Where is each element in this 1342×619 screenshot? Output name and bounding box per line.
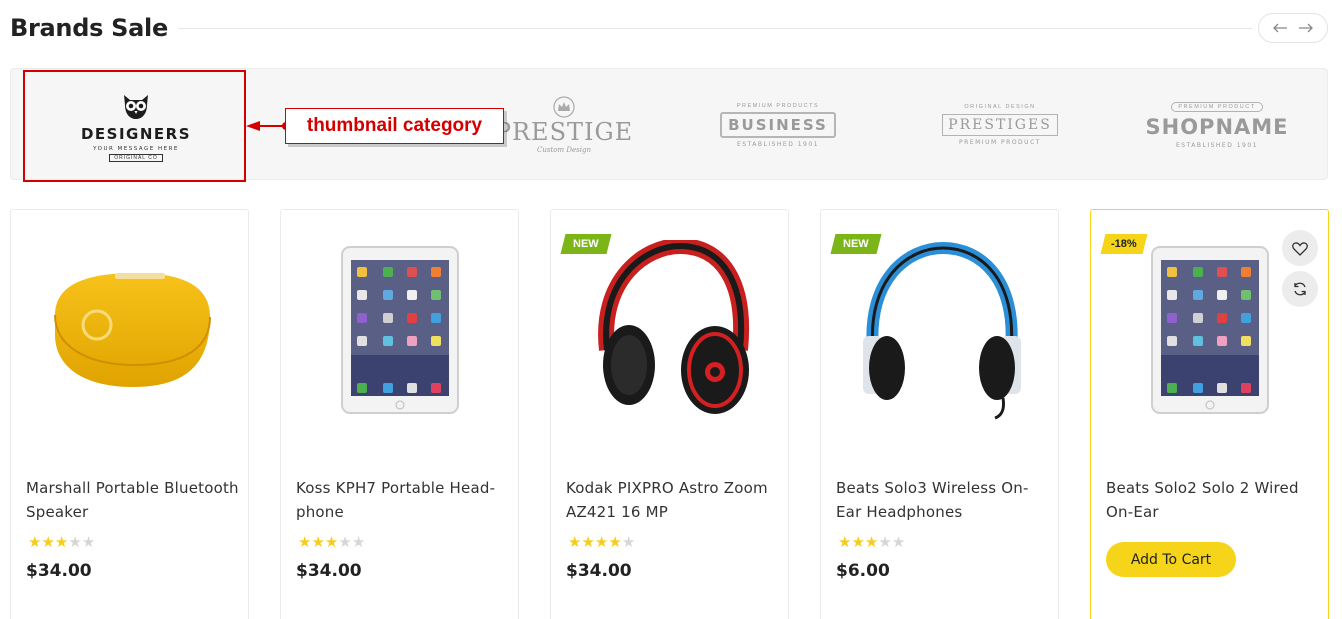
crown-icon xyxy=(553,96,575,118)
product-price: $34.00 xyxy=(566,561,632,581)
product-title[interactable]: Marshall Portable Bluetooth Speaker xyxy=(26,476,241,524)
star-icon: ★ xyxy=(864,534,879,551)
star-rating: ★ ★ ★ ★ ★ xyxy=(28,535,95,551)
star-rating: ★ ★ ★ ★ ★ xyxy=(298,535,365,551)
star-icon: ★ xyxy=(594,534,609,551)
product-image[interactable] xyxy=(571,232,769,428)
tablet-image xyxy=(1151,246,1269,414)
brand-name: SHOPNAME xyxy=(1145,114,1289,139)
speaker-image xyxy=(54,273,211,387)
section-header: Brands Sale xyxy=(10,12,1328,46)
product-card[interactable]: -18% Beats Solo2 Solo 2 Wired On-Ear Add… xyxy=(1090,209,1329,619)
annotation-label: thumbnail category xyxy=(306,115,483,136)
brand-logo-prestige[interactable]: PRESTIGE Custom Design xyxy=(495,83,632,167)
blue-headphones-image xyxy=(863,241,1021,420)
star-icon: ★ xyxy=(581,534,595,551)
header-divider xyxy=(178,28,1252,29)
star-icon: ★ xyxy=(838,534,852,551)
brand-badge: ORIGINAL CO xyxy=(109,153,163,162)
brand-name: DESIGNERS xyxy=(80,124,192,143)
star-icon: ★ xyxy=(324,534,339,551)
product-card[interactable]: Koss KPH7 Portable Head-phone ★ ★ ★ ★ ★ $34.… xyxy=(280,209,519,619)
product-title[interactable]: Koss KPH7 Portable Head-phone xyxy=(296,476,511,524)
star-rating: ★ ★ ★ ★ ★ xyxy=(568,535,635,551)
product-card[interactable]: Marshall Portable Bluetooth Speaker ★ ★ ★ ★… xyxy=(10,209,249,619)
brand-name: PRESTIGES xyxy=(942,114,1058,136)
star-icon: ★ xyxy=(28,534,42,551)
brand-carousel: DESIGNERS YOUR MESSAGE HERE ORIGINAL CO … xyxy=(10,68,1328,180)
star-icon: ★ xyxy=(351,534,366,551)
product-title[interactable]: Beats Solo3 Wireless On-Ear Headphones xyxy=(836,476,1051,524)
star-icon: ★ xyxy=(54,534,69,551)
brand-logo-prestiges[interactable]: ORIGINAL DESIGN PRESTIGES PREMIUM PRODUC… xyxy=(941,83,1059,167)
product-price: $6.00 xyxy=(836,561,890,581)
star-icon: ★ xyxy=(878,534,892,551)
product-image[interactable] xyxy=(841,232,1039,428)
brand-name: PRESTIGE xyxy=(494,118,634,146)
brand-tagline: YOUR MESSAGE HERE xyxy=(93,145,179,152)
owl-icon xyxy=(124,94,148,119)
product-title[interactable]: Beats Solo2 Solo 2 Wired On-Ear xyxy=(1106,476,1321,524)
brand-logo-shopname[interactable]: PREMIUM PRODUCT SHOPNAME ESTABLISHED 190… xyxy=(1146,83,1288,167)
product-image[interactable] xyxy=(1111,232,1309,428)
brand-logo-business[interactable]: PREMIUM PRODUCTS BUSINESS ESTABLISHED 19… xyxy=(711,83,845,167)
product-price: $34.00 xyxy=(26,561,92,581)
red-headphones-image xyxy=(598,240,750,414)
star-icon: ★ xyxy=(338,534,352,551)
star-icon: ★ xyxy=(851,534,865,551)
section-title: Brands Sale xyxy=(10,14,168,42)
add-to-cart-button[interactable]: Add To Cart xyxy=(1106,542,1236,577)
star-icon: ★ xyxy=(68,534,82,551)
brand-logo-designers[interactable]: DESIGNERS YOUR MESSAGE HERE ORIGINAL CO xyxy=(25,71,247,181)
brand-name: BUSINESS xyxy=(720,111,836,138)
star-icon: ★ xyxy=(568,534,582,551)
star-icon: ★ xyxy=(311,534,325,551)
star-icon: ★ xyxy=(608,534,622,551)
brand-tagline: PREMIUM PRODUCT xyxy=(959,139,1041,146)
arrow-right-icon[interactable] xyxy=(1298,22,1314,34)
star-icon: ★ xyxy=(891,534,906,551)
brand-tagline: Custom Design xyxy=(537,146,591,154)
brand-tagline: ESTABLISHED 1901 xyxy=(736,140,820,148)
star-icon: ★ xyxy=(298,534,312,551)
star-icon: ★ xyxy=(41,534,55,551)
brand-tagline: ESTABLISHED 1901 xyxy=(1175,141,1259,149)
star-icon: ★ xyxy=(621,534,636,551)
arrow-left-icon[interactable] xyxy=(1272,22,1288,34)
star-rating: ★ ★ ★ ★ ★ xyxy=(838,535,905,551)
brand-top-text: ORIGINAL DESIGN xyxy=(964,104,1036,110)
product-price: $34.00 xyxy=(296,561,362,581)
carousel-nav xyxy=(1258,13,1328,43)
brand-top-text: PREMIUM PRODUCT xyxy=(1171,101,1263,112)
product-grid: Marshall Portable Bluetooth Speaker ★ ★ ★ ★… xyxy=(10,209,1330,619)
annotation-callout: thumbnail category xyxy=(285,108,504,144)
brand-top-text: PREMIUM PRODUCTS xyxy=(736,102,820,109)
tablet-image xyxy=(341,246,459,414)
product-card[interactable]: NEW Kodak PIXPRO Astro Zoom AZ421 16 MP … xyxy=(550,209,789,619)
product-image[interactable] xyxy=(31,232,229,428)
product-title[interactable]: Kodak PIXPRO Astro Zoom AZ421 16 MP xyxy=(566,476,781,524)
star-icon: ★ xyxy=(81,534,96,551)
product-card[interactable]: NEW Beats Solo3 Wireless On-Ear Headphon… xyxy=(820,209,1059,619)
product-image[interactable] xyxy=(301,232,499,428)
